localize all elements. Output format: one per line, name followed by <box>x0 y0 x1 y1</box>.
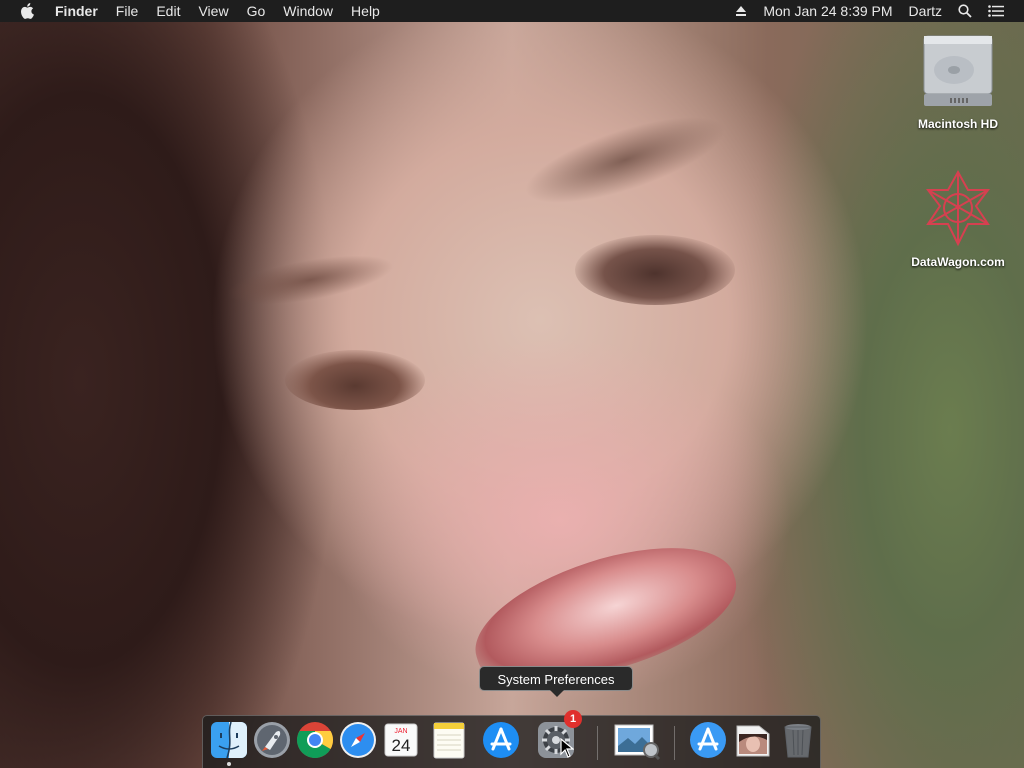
calendar-day: 24 <box>392 736 411 755</box>
desktop-wallpaper <box>0 0 1024 768</box>
wallpaper-detail <box>575 235 735 305</box>
app-store-icon <box>483 722 519 758</box>
notification-center-icon[interactable] <box>980 5 1012 17</box>
notes-icon <box>433 722 465 759</box>
photo-thumbnail-icon <box>736 725 770 757</box>
menu-help[interactable]: Help <box>342 0 389 22</box>
spotlight-search-icon[interactable] <box>950 4 980 18</box>
dock-app-finder[interactable] <box>209 720 249 766</box>
dock-tooltip: System Preferences <box>479 666 633 691</box>
tooltip-arrow <box>550 690 564 697</box>
trash-icon <box>784 724 812 758</box>
desktop-item-datawagon[interactable]: DataWagon.com <box>903 168 1013 269</box>
dock-app-app-store[interactable] <box>481 720 521 764</box>
dock-separator <box>674 726 675 760</box>
finder-icon <box>211 721 247 759</box>
network-server-icon <box>903 168 1013 251</box>
desktop-item-label: Macintosh HD <box>917 117 998 131</box>
dock-app-safari[interactable] <box>338 720 378 764</box>
user-name[interactable]: Dartz <box>901 0 950 22</box>
running-indicator <box>227 762 231 766</box>
desktop-item-label: DataWagon.com <box>911 255 1005 269</box>
dock-app-chrome[interactable] <box>295 720 335 764</box>
desktop-item-macintosh-hd[interactable]: Macintosh HD <box>903 32 1013 131</box>
dock-app-launchpad[interactable] <box>252 720 292 764</box>
eject-icon[interactable] <box>727 5 755 17</box>
dock-app-preview[interactable] <box>613 720 661 764</box>
calendar-icon: JAN 24 <box>384 723 418 757</box>
calendar-month: JAN <box>394 728 407 735</box>
menu-window[interactable]: Window <box>274 0 342 22</box>
mouse-cursor-icon <box>560 737 575 763</box>
menu-app-name[interactable]: Finder <box>46 0 107 22</box>
dock-separator <box>597 726 598 760</box>
safari-icon <box>340 722 376 758</box>
dock-app-notes[interactable] <box>428 720 468 764</box>
chrome-icon <box>296 722 334 759</box>
dock-app-trash[interactable] <box>778 720 818 764</box>
notification-badge: 1 <box>564 710 582 728</box>
menu-go[interactable]: Go <box>238 0 275 22</box>
hard-drive-icon <box>903 32 1013 113</box>
menu-view[interactable]: View <box>189 0 237 22</box>
applications-folder-icon <box>690 722 726 758</box>
launchpad-icon <box>254 722 290 758</box>
menu-bar: Finder File Edit View Go Window Help Mon… <box>0 0 1024 22</box>
dock-app-calendar[interactable]: JAN 24 <box>381 720 421 764</box>
wallpaper-detail <box>515 99 735 221</box>
dock: JAN 24 1 <box>202 710 821 768</box>
wallpaper-detail <box>285 350 425 410</box>
menu-edit[interactable]: Edit <box>147 0 189 22</box>
apple-menu-icon[interactable] <box>0 3 46 19</box>
wallpaper-detail <box>222 245 398 315</box>
dock-app-photo[interactable] <box>733 720 773 764</box>
clock[interactable]: Mon Jan 24 8:39 PM <box>755 0 900 22</box>
preview-icon <box>614 724 661 760</box>
dock-app-applications[interactable] <box>688 720 728 764</box>
menu-file[interactable]: File <box>107 0 148 22</box>
